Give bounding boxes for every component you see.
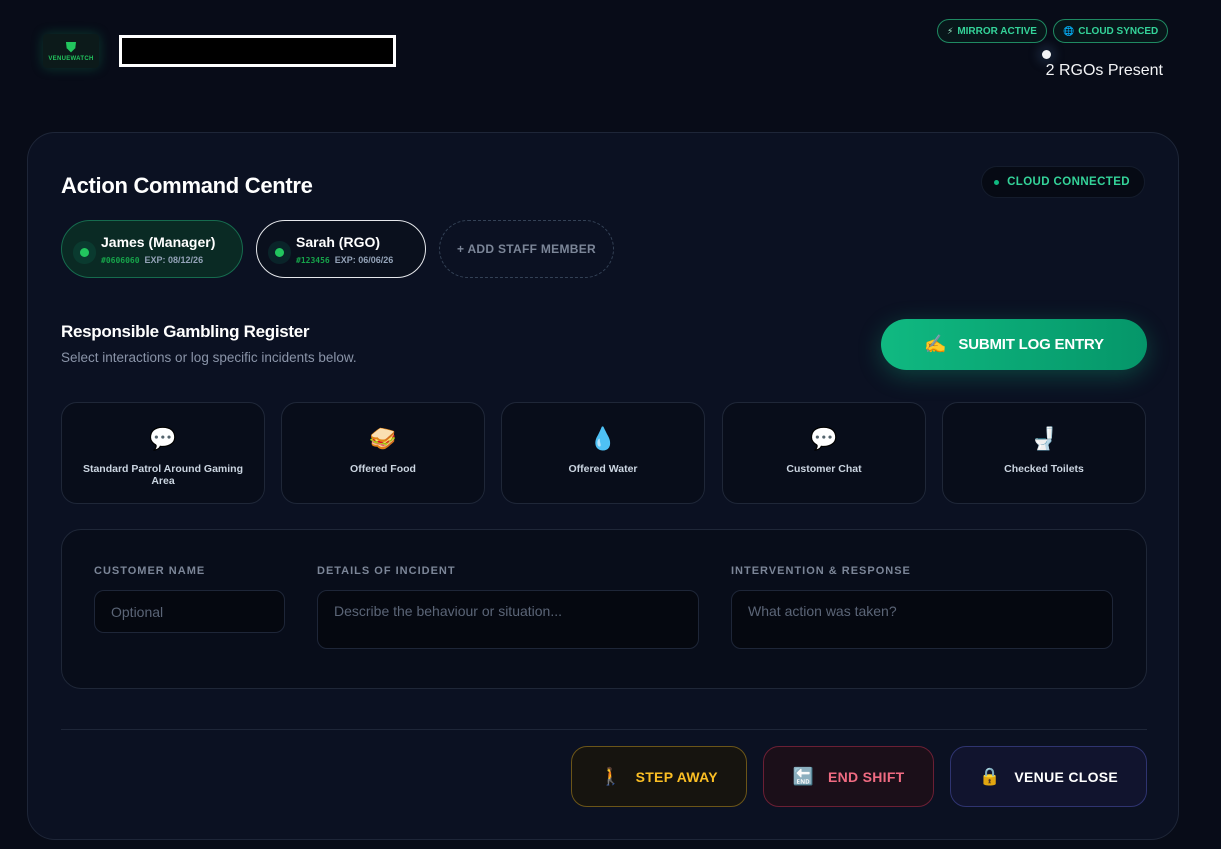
mirror-active-badge: ⚡ MIRROR ACTIVE — [937, 19, 1047, 43]
divider — [61, 729, 1147, 730]
droplet-icon: 💧 — [589, 426, 617, 451]
staff-name: Sarah (RGO) — [296, 233, 381, 250]
customer-name-input[interactable] — [94, 590, 285, 633]
status-dot — [80, 247, 89, 257]
rgo-status-dot — [1042, 50, 1051, 59]
speech-bubble-icon: 💬 — [149, 426, 177, 451]
writing-hand-icon: ✍️ — [924, 334, 947, 354]
speech-bubble-icon: 💬 — [810, 426, 838, 451]
cloud-synced-badge: 🌐 CLOUD SYNCED — [1053, 19, 1169, 43]
redacted-venue-name — [119, 35, 396, 67]
quick-action-label: Customer Chat — [786, 463, 862, 475]
register-title: Responsible Gambling Register — [61, 322, 310, 341]
quick-action-label: Offered Water — [568, 463, 638, 475]
globe-icon: 🌐 — [1063, 25, 1075, 36]
cloud-connected-badge: CLOUD CONNECTED — [981, 166, 1145, 198]
submit-log-entry-button[interactable]: ✍️ SUBMIT LOG ENTRY — [881, 319, 1147, 370]
staff-name: James (Manager) — [101, 233, 216, 250]
staff-id: #123456 — [296, 255, 330, 265]
end-shift-label: END SHIFT — [827, 768, 905, 785]
staff-meta: #123456 EXP: 06/06/26 — [296, 255, 393, 265]
staff-card-sarah[interactable]: Sarah (RGO) #123456 EXP: 06/06/26 — [256, 220, 426, 278]
lightning-icon: ⚡ — [947, 25, 954, 36]
walking-person-icon: 🚶 — [600, 766, 622, 786]
staff-expiry: EXP: 06/06/26 — [334, 254, 394, 265]
details-of-incident-label: DETAILS OF INCIDENT — [317, 565, 456, 577]
sandwich-icon: 🥪 — [369, 426, 397, 451]
action-command-panel: Action Command Centre CLOUD CONNECTED Ja… — [27, 132, 1179, 840]
toilet-icon: 🚽 — [1030, 426, 1058, 451]
staff-card-james[interactable]: James (Manager) #0606060 EXP: 08/12/26 — [61, 220, 243, 278]
quick-action-label: Offered Food — [350, 463, 416, 475]
quick-action-label: Checked Toilets — [1004, 463, 1084, 475]
status-dot — [275, 247, 284, 257]
venue-close-button[interactable]: 🔒 VENUE CLOSE — [950, 746, 1147, 807]
staff-id: #0606060 — [101, 255, 140, 265]
customer-name-label: CUSTOMER NAME — [94, 565, 206, 577]
step-away-label: STEP AWAY — [635, 768, 718, 785]
intervention-response-label: INTERVENTION & RESPONSE — [731, 565, 911, 577]
intervention-response-input[interactable] — [731, 590, 1113, 649]
venue-close-label: VENUE CLOSE — [1014, 768, 1119, 785]
quick-action-checked-toilets[interactable]: 🚽 Checked Toilets — [942, 402, 1146, 504]
rgo-count: 2 RGOs Present — [1045, 62, 1163, 79]
status-dot — [994, 179, 1000, 185]
mirror-active-label: MIRROR ACTIVE — [957, 25, 1037, 37]
panel-title: Action Command Centre — [61, 173, 313, 198]
quick-action-offered-water[interactable]: 💧 Offered Water — [501, 402, 705, 504]
details-of-incident-input[interactable] — [317, 590, 699, 649]
register-subtitle: Select interactions or log specific inci… — [61, 350, 357, 365]
submit-label: SUBMIT LOG ENTRY — [958, 336, 1104, 353]
quick-action-customer-chat[interactable]: 💬 Customer Chat — [722, 402, 926, 504]
step-away-button[interactable]: 🚶 STEP AWAY — [571, 746, 747, 807]
venuewatch-logo: ⛊ VENUEWATCH — [43, 34, 99, 68]
staff-expiry: EXP: 08/12/26 — [144, 254, 204, 265]
lock-icon: 🔒 — [978, 766, 1001, 786]
cloud-synced-label: CLOUD SYNCED — [1078, 25, 1159, 37]
end-arrow-icon: 🔚 — [792, 766, 814, 786]
shield-icon: ⛊ — [65, 39, 77, 55]
incident-form: CUSTOMER NAME DETAILS OF INCIDENT INTERV… — [61, 529, 1147, 689]
quick-action-offered-food[interactable]: 🥪 Offered Food — [281, 402, 485, 504]
quick-action-label: Standard Patrol Around Gaming Area — [82, 463, 244, 487]
logo-text: VENUEWATCH — [48, 56, 94, 62]
end-shift-button[interactable]: 🔚 END SHIFT — [763, 746, 934, 807]
add-staff-member-button[interactable]: + ADD STAFF MEMBER — [439, 220, 614, 278]
quick-action-standard-patrol[interactable]: 💬 Standard Patrol Around Gaming Area — [61, 402, 265, 504]
staff-meta: #0606060 EXP: 08/12/26 — [101, 255, 215, 265]
cloud-connected-label: CLOUD CONNECTED — [1007, 176, 1130, 188]
